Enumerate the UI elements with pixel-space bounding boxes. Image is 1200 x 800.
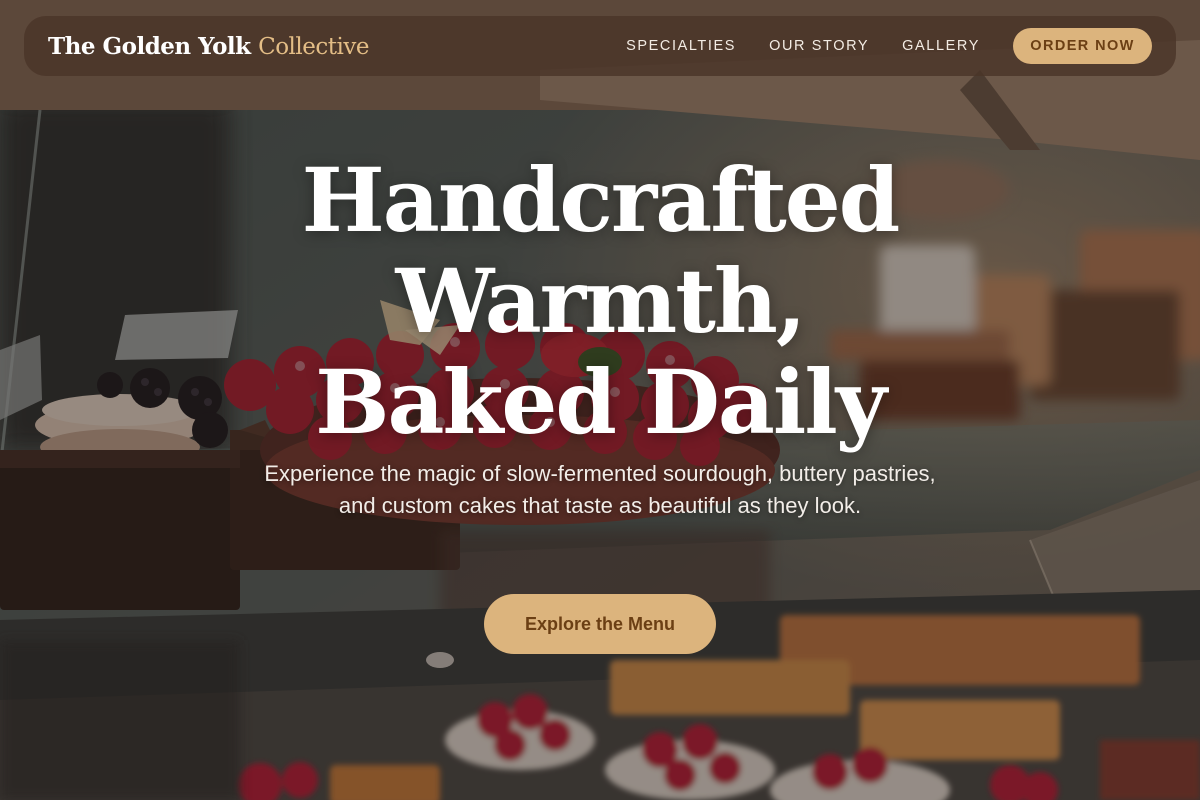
nav-links: SPECIALTIES OUR STORY GALLERY ORDER NOW <box>626 28 1152 64</box>
hero-headline-line-2: Warmth, <box>395 249 807 353</box>
nav-link-gallery[interactable]: GALLERY <box>902 38 980 54</box>
hero-headline: Handcrafted Warmth, Baked Daily <box>0 150 1200 453</box>
explore-menu-button[interactable]: Explore the Menu <box>484 594 716 654</box>
hero-subtitle: Experience the magic of slow-fermented s… <box>264 461 936 518</box>
brand-logo[interactable]: The Golden Yolk Collective <box>48 33 369 60</box>
hero-headline-line-3: Baked Daily <box>315 350 887 454</box>
nav-link-specialties[interactable]: SPECIALTIES <box>626 38 736 54</box>
landing-page: The Golden Yolk Collective SPECIALTIES O… <box>0 0 1200 800</box>
order-now-button[interactable]: ORDER NOW <box>1013 28 1152 64</box>
hero-headline-line-1: Handcrafted <box>301 148 901 252</box>
brand-name-main: The Golden Yolk <box>48 32 251 60</box>
top-navbar: The Golden Yolk Collective SPECIALTIES O… <box>24 16 1176 76</box>
brand-name-accent: Collective <box>258 33 369 60</box>
nav-link-our-story[interactable]: OUR STORY <box>769 38 869 54</box>
